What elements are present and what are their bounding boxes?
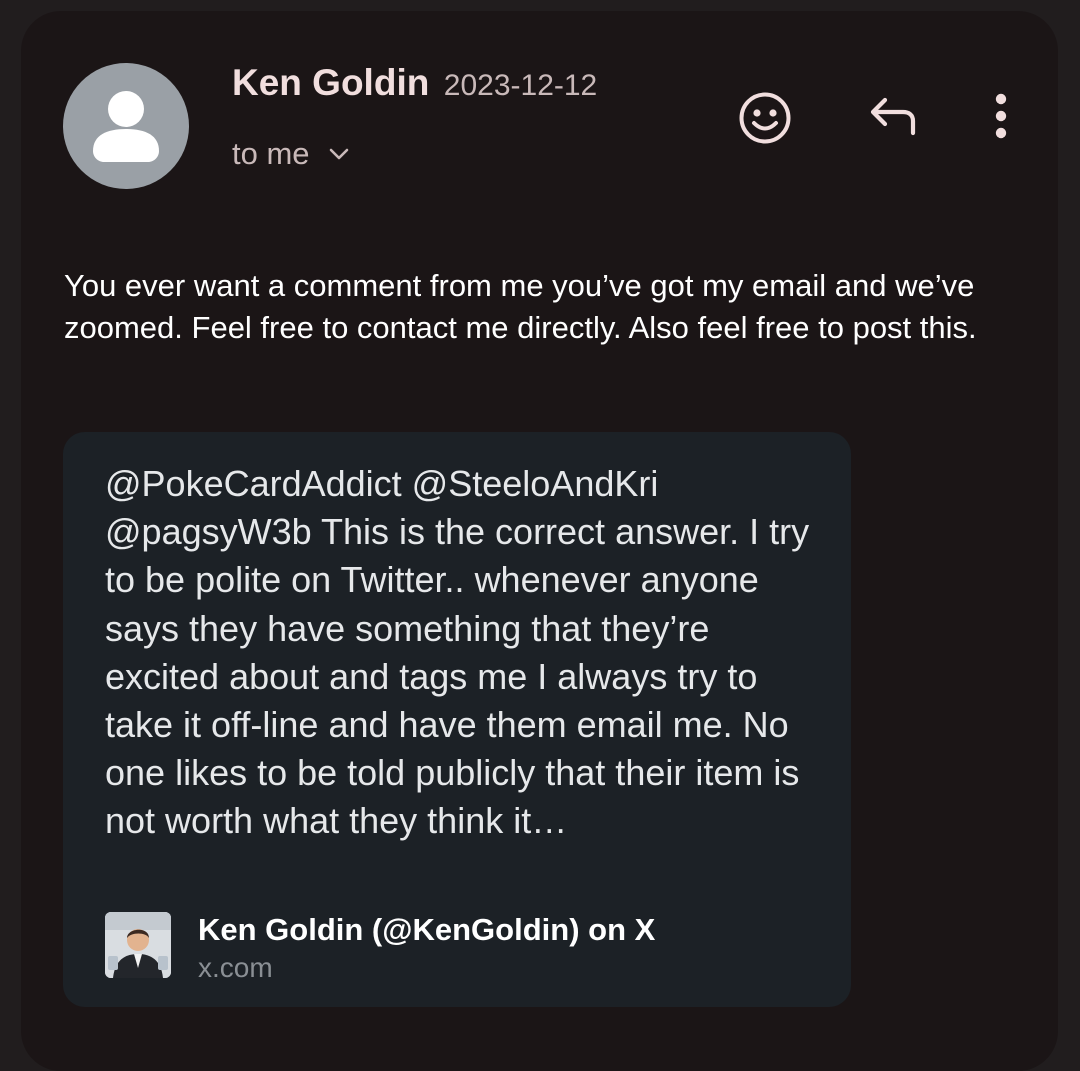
- message-date: 2023-12-12: [443, 69, 598, 102]
- more-vert-icon: [995, 93, 1007, 139]
- link-preview-card[interactable]: @PokeCardAddict @SteeloAndKri @pagsyW3b …: [63, 432, 851, 1007]
- message-body: You ever want a comment from me you’ve g…: [64, 268, 977, 345]
- recipients-label: to me: [232, 136, 310, 171]
- chevron-down-icon: [328, 147, 350, 161]
- sender-header: Ken Goldin 2023-12-12: [232, 62, 597, 104]
- sender-avatar[interactable]: [63, 63, 189, 189]
- emoji-reaction-icon: [739, 92, 791, 144]
- more-options-button[interactable]: [980, 90, 1022, 142]
- link-preview-title: Ken Goldin (@KenGoldin) on X: [198, 912, 656, 947]
- link-preview-thumbnail: [105, 912, 171, 978]
- link-preview-domain: x.com: [198, 952, 273, 983]
- person-avatar-icon: [93, 91, 159, 162]
- sender-name: Ken Goldin: [232, 62, 430, 103]
- recipients-toggle[interactable]: to me: [232, 136, 350, 172]
- reply-button[interactable]: [862, 92, 922, 142]
- emoji-reaction-button[interactable]: [735, 88, 795, 148]
- reply-icon: [870, 97, 916, 136]
- link-preview-text: @PokeCardAddict @SteeloAndKri @pagsyW3b …: [105, 463, 810, 842]
